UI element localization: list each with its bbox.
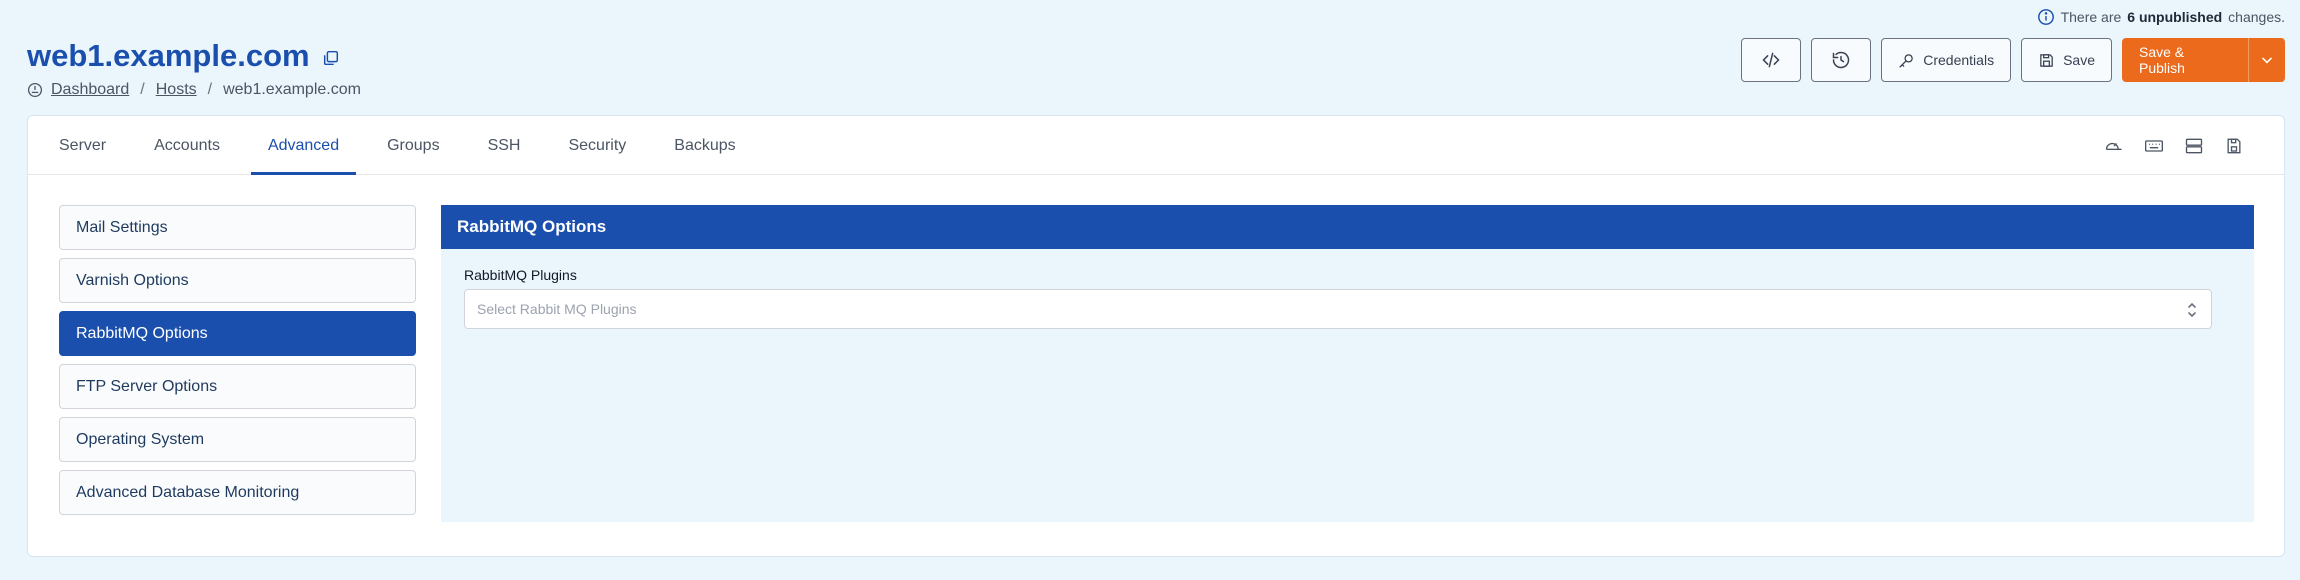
- sidebar-item-mail-settings[interactable]: Mail Settings: [59, 205, 416, 250]
- copy-icon[interactable]: [322, 49, 340, 67]
- chevron-up-down-icon: [2188, 302, 2196, 318]
- code-button[interactable]: [1741, 38, 1802, 82]
- tab-advanced[interactable]: Advanced: [250, 116, 357, 175]
- tab-groups[interactable]: Groups: [370, 116, 456, 175]
- tab-bar: Server Accounts Advanced Groups SSH Secu…: [28, 116, 2284, 175]
- page-title: web1.example.com: [27, 38, 310, 73]
- breadcrumb-current: web1.example.com: [223, 81, 361, 98]
- tab-backups[interactable]: Backups: [657, 116, 752, 175]
- tab-accounts[interactable]: Accounts: [137, 116, 237, 175]
- tab-server[interactable]: Server: [42, 116, 123, 175]
- sidebar-item-operating-system[interactable]: Operating System: [59, 417, 416, 462]
- rabbitmq-plugins-label: RabbitMQ Plugins: [464, 267, 577, 283]
- breadcrumb-dashboard[interactable]: Dashboard: [51, 81, 129, 99]
- notice-prefix: There are: [2060, 9, 2122, 25]
- breadcrumb: Dashboard / Hosts / web1.example.com: [27, 81, 361, 99]
- panel-title: RabbitMQ Options: [441, 205, 2254, 249]
- floppy-icon[interactable]: [2224, 136, 2244, 156]
- dashboard-icon: [27, 82, 43, 98]
- notice-suffix: changes.: [2228, 9, 2285, 25]
- breadcrumb-separator: /: [207, 81, 213, 98]
- key-icon: [1899, 53, 1914, 68]
- header-actions: Credentials Save Save & Publish: [1741, 38, 2285, 82]
- notice-count: 6 unpublished: [2127, 9, 2223, 25]
- publish-options-button[interactable]: [2248, 38, 2285, 82]
- history-icon: [1833, 51, 1850, 69]
- sidebar-item-ftp-server-options[interactable]: FTP Server Options: [59, 364, 416, 409]
- credentials-button[interactable]: Credentials: [1881, 38, 2012, 82]
- breadcrumb-hosts[interactable]: Hosts: [156, 81, 197, 99]
- save-publish-button[interactable]: Save & Publish: [2122, 38, 2248, 82]
- save-icon: [2040, 53, 2053, 67]
- publish-group: Save & Publish: [2122, 38, 2285, 82]
- save-label: Save: [2063, 52, 2095, 68]
- sidebar-item-advanced-database-monitoring[interactable]: Advanced Database Monitoring: [59, 470, 416, 515]
- cloud-icon[interactable]: [2104, 136, 2124, 156]
- view-icons: [2104, 136, 2244, 156]
- sidebar-item-varnish-options[interactable]: Varnish Options: [59, 258, 416, 303]
- select-placeholder: Select Rabbit MQ Plugins: [477, 301, 637, 317]
- main-card: Server Accounts Advanced Groups SSH Secu…: [27, 115, 2285, 557]
- breadcrumb-separator: /: [140, 81, 145, 98]
- sidebar: Mail Settings Varnish Options RabbitMQ O…: [59, 205, 416, 515]
- tab-security[interactable]: Security: [551, 116, 643, 175]
- credentials-label: Credentials: [1923, 52, 1995, 68]
- server-icon[interactable]: [2184, 136, 2204, 156]
- save-button[interactable]: Save: [2021, 38, 2112, 82]
- history-button[interactable]: [1811, 38, 1872, 82]
- sidebar-item-rabbitmq-options[interactable]: RabbitMQ Options: [59, 311, 416, 356]
- chevron-down-icon: [2262, 57, 2272, 64]
- tab-ssh[interactable]: SSH: [471, 116, 538, 175]
- keyboard-icon[interactable]: [2144, 136, 2164, 156]
- info-icon: [2037, 9, 2054, 25]
- rabbitmq-plugins-select[interactable]: Select Rabbit MQ Plugins: [464, 289, 2212, 329]
- rabbitmq-panel: RabbitMQ Options RabbitMQ Plugins Select…: [441, 205, 2254, 522]
- unpublished-notice: There are 6 unpublished changes.: [2037, 8, 2285, 26]
- code-icon: [1762, 52, 1780, 68]
